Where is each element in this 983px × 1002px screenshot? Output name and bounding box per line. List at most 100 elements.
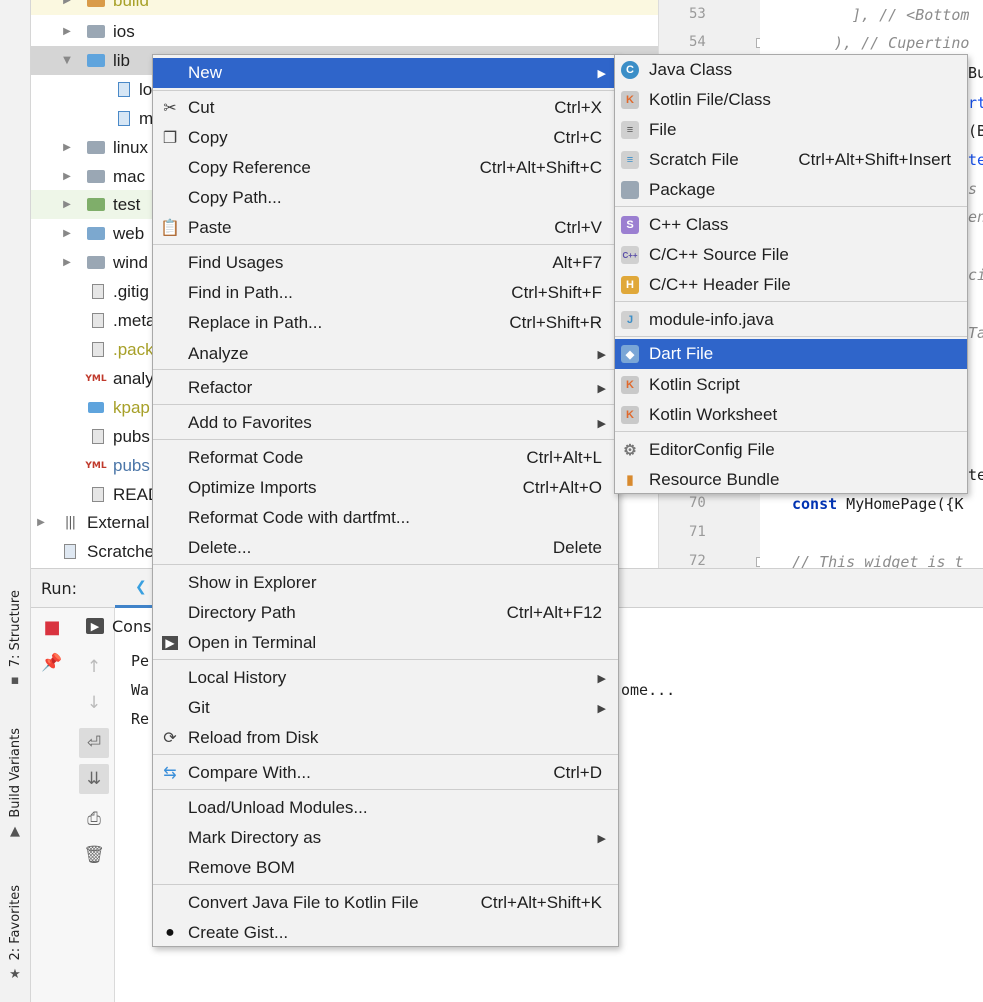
scroll-to-end-icon[interactable]: ⇊ <box>79 764 109 794</box>
tree-row[interactable]: ▶ ios <box>31 17 658 46</box>
expand-arrow-icon[interactable]: ▶ <box>61 228 73 239</box>
submenu-item-editorconfig[interactable]: ⚙ EditorConfig File <box>615 435 967 465</box>
menu-item-replace-in-path[interactable]: Replace in Path... Ctrl+Shift+R <box>153 308 618 338</box>
menu-item-convert-java-to-kotlin[interactable]: Convert Java File to Kotlin File Ctrl+Al… <box>153 888 618 918</box>
java-class-icon: C <box>621 61 639 79</box>
expand-arrow-icon[interactable]: ▶ <box>61 0 73 6</box>
expand-arrow-icon[interactable]: ▶ <box>61 142 73 153</box>
pin-icon[interactable]: 📌 <box>37 648 67 678</box>
menu-item-directory-path[interactable]: Directory Path Ctrl+Alt+F12 <box>153 598 618 628</box>
menu-item-shortcut: Ctrl+Alt+Shift+K <box>480 893 602 912</box>
code-fragment: te <box>968 151 983 169</box>
menu-item-load-unload-modules[interactable]: Load/Unload Modules... <box>153 793 618 823</box>
menu-item-show-in-explorer[interactable]: Show in Explorer <box>153 568 618 598</box>
expand-arrow-icon[interactable]: ▶ <box>61 257 73 268</box>
submenu-item-java-class[interactable]: C Java Class <box>615 55 967 85</box>
menu-item-optimize-imports[interactable]: Optimize Imports Ctrl+Alt+O <box>153 473 618 503</box>
submenu-item-resource-bundle[interactable]: ▮ Resource Bundle <box>615 465 967 495</box>
menu-item-label: Git <box>188 698 210 717</box>
tab-favorites[interactable]: 2: Favorites ★ <box>3 885 27 982</box>
folder-test-icon <box>87 197 105 213</box>
menu-item-label: Directory Path <box>188 603 296 622</box>
menu-item-reformat-dartfmt[interactable]: Reformat Code with dartfmt... <box>153 503 618 533</box>
menu-item-cut[interactable]: ✂ Cut Ctrl+X <box>153 93 618 123</box>
submenu-item-module-info[interactable]: J module-info.java <box>615 305 967 335</box>
folder-icon <box>87 255 105 271</box>
expand-arrow-icon[interactable]: ▶ <box>61 26 73 37</box>
submenu-item-cpp-source[interactable]: C++ C/C++ Source File <box>615 240 967 270</box>
menu-item-copy[interactable]: ❐ Copy Ctrl+C <box>153 123 618 153</box>
menu-item-label: Create Gist... <box>188 923 289 942</box>
submenu-item-label: Kotlin Worksheet <box>649 405 778 424</box>
tab-build-variants[interactable]: Build Variants ▲ <box>3 728 27 839</box>
menu-item-refactor[interactable]: Refactor ▶ <box>153 373 618 403</box>
soft-wrap-icon[interactable]: ⏎ <box>79 728 109 758</box>
tab-structure[interactable]: 7: Structure ▪ <box>3 590 27 688</box>
file-icon: ≡ <box>621 121 639 139</box>
module-file-icon <box>87 400 105 416</box>
tree-row[interactable]: ▶ build <box>31 0 658 15</box>
stop-icon[interactable]: ■ <box>37 612 67 642</box>
menu-item-find-in-path[interactable]: Find in Path... Ctrl+Shift+F <box>153 278 618 308</box>
submenu-item-file[interactable]: ≡ File <box>615 115 967 145</box>
submenu-separator <box>615 301 967 302</box>
tree-item-label: .pack <box>113 339 154 359</box>
expand-arrow-icon[interactable]: ▶ <box>61 171 73 182</box>
code-fragment: rt <box>968 94 983 112</box>
menu-item-create-gist[interactable]: ● Create Gist... <box>153 918 618 948</box>
github-icon: ● <box>165 924 175 941</box>
menu-separator <box>153 404 618 405</box>
menu-separator <box>153 90 618 91</box>
collapse-arrow-icon[interactable]: ▼ <box>61 55 73 66</box>
submenu-separator <box>615 206 967 207</box>
submenu-item-package[interactable]: Package <box>615 175 967 205</box>
down-arrow-icon[interactable]: ↓ <box>79 688 109 718</box>
line-number: 53 <box>689 6 706 22</box>
menu-item-shortcut: Ctrl+Shift+F <box>511 283 602 302</box>
submenu-item-kotlin-worksheet[interactable]: K Kotlin Worksheet <box>615 400 967 430</box>
console-tab[interactable]: ▶ Cons <box>86 612 151 640</box>
menu-item-copy-reference[interactable]: Copy Reference Ctrl+Alt+Shift+C <box>153 153 618 183</box>
menu-item-reload-from-disk[interactable]: ⟳ Reload from Disk <box>153 723 618 753</box>
resource-bundle-icon: ▮ <box>626 472 634 487</box>
menu-separator <box>153 439 618 440</box>
submenu-item-cpp-class[interactable]: S C++ Class <box>615 210 967 240</box>
menu-item-open-in-terminal[interactable]: ▶ Open in Terminal <box>153 628 618 658</box>
tree-item-label: External <box>87 512 150 532</box>
trash-icon[interactable]: 🗑 <box>79 840 109 870</box>
flutter-icon: ❮ <box>135 578 147 595</box>
menu-item-label: Refactor <box>188 378 253 397</box>
kotlin-file-icon: K <box>621 91 639 109</box>
print-icon[interactable]: ⎙ <box>79 804 109 834</box>
submenu-item-kotlin-file[interactable]: K Kotlin File/Class <box>615 85 967 115</box>
menu-item-local-history[interactable]: Local History ▶ <box>153 663 618 693</box>
up-arrow-icon[interactable]: ↑ <box>79 652 109 682</box>
yml-file-icon: YML <box>85 460 107 471</box>
menu-item-mark-directory-as[interactable]: Mark Directory as ▶ <box>153 823 618 853</box>
submenu-item-dart-file[interactable]: ◆ Dart File <box>615 339 967 369</box>
expand-arrow-icon[interactable]: ▶ <box>61 199 73 210</box>
menu-item-paste[interactable]: 📋 Paste Ctrl+V <box>153 213 618 243</box>
compare-icon: ⇆ <box>163 765 177 782</box>
menu-item-new[interactable]: New ▶ <box>153 58 618 88</box>
submenu-item-label: Resource Bundle <box>649 470 780 489</box>
menu-item-delete[interactable]: Delete... Delete <box>153 533 618 563</box>
new-submenu: C Java Class K Kotlin File/Class ≡ File … <box>614 54 968 494</box>
menu-item-git[interactable]: Git ▶ <box>153 693 618 723</box>
menu-item-find-usages[interactable]: Find Usages Alt+F7 <box>153 248 618 278</box>
menu-item-reformat-code[interactable]: Reformat Code Ctrl+Alt+L <box>153 443 618 473</box>
expand-arrow-icon[interactable]: ▶ <box>35 517 47 528</box>
console-tab-label: Cons <box>112 616 152 636</box>
menu-item-label: Add to Favorites <box>188 413 312 432</box>
menu-item-analyze[interactable]: Analyze ▶ <box>153 339 618 369</box>
menu-item-shortcut: Delete <box>552 538 602 557</box>
submenu-item-label: C/C++ Source File <box>649 245 789 264</box>
favorites-tab-label: 2: Favorites <box>7 885 23 961</box>
menu-item-remove-bom[interactable]: Remove BOM <box>153 853 618 883</box>
menu-item-compare-with[interactable]: ⇆ Compare With... Ctrl+D <box>153 758 618 788</box>
submenu-item-scratch-file[interactable]: ≡ Scratch File Ctrl+Alt+Shift+Insert <box>615 145 967 175</box>
menu-item-add-to-favorites[interactable]: Add to Favorites ▶ <box>153 408 618 438</box>
submenu-item-kotlin-script[interactable]: K Kotlin Script <box>615 370 967 400</box>
menu-item-copy-path[interactable]: Copy Path... <box>153 183 618 213</box>
submenu-item-cpp-header[interactable]: H C/C++ Header File <box>615 270 967 300</box>
